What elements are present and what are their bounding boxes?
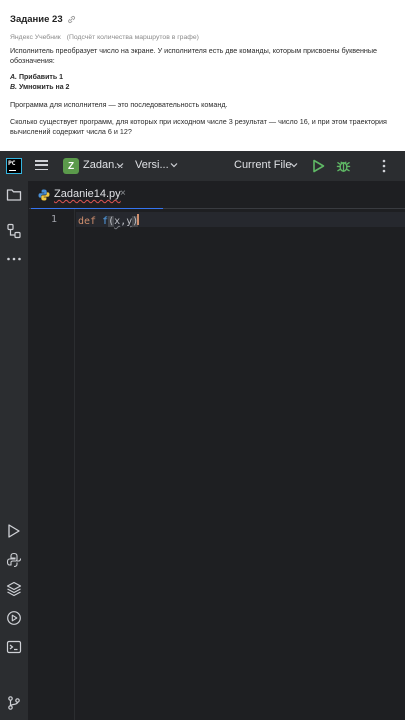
keyword-def: def	[78, 216, 97, 227]
tab-label[interactable]: Zadanie14.py	[54, 188, 121, 200]
task-topic: (Подсчёт количества маршрутов в графе)	[66, 34, 199, 41]
services-icon[interactable]	[6, 610, 22, 626]
editor-tabs: Zadanie14.py ×	[29, 181, 405, 210]
project-badge[interactable]: Z	[63, 158, 79, 174]
folder-icon[interactable]	[6, 187, 22, 203]
task-title-row: Задание 23	[10, 12, 395, 26]
debug-icon[interactable]	[336, 158, 351, 173]
tab-zadanie14[interactable]: Zadanie14.py ×	[29, 181, 163, 210]
code-line[interactable]: def f(x,y)	[78, 214, 139, 227]
main-toolbar: PC Z Zadan... Versi... Current File	[0, 151, 405, 181]
command-list: А. Прибавить 1 В. Умножить на 2	[10, 73, 395, 92]
python-console-icon[interactable]	[6, 552, 22, 568]
run-icon[interactable]	[312, 159, 325, 173]
task-panel: Задание 23 Яндекс Учебник (Подсчёт колич…	[0, 0, 405, 150]
terminal-icon[interactable]	[6, 639, 22, 655]
chevron-down-icon[interactable]	[290, 161, 298, 169]
command-b: В. Умножить на 2	[10, 83, 70, 91]
pycharm-logo-icon[interactable]: PC	[6, 158, 22, 174]
program-definition: Программа для исполнителя — это последов…	[10, 100, 228, 109]
source-name[interactable]: Яндекс Учебник	[10, 34, 61, 41]
task-question: Сколько существует программ, для которых…	[10, 117, 387, 136]
link-icon[interactable]	[67, 15, 76, 24]
git-branch-icon[interactable]	[6, 695, 22, 711]
main-menu-icon[interactable]	[35, 160, 48, 171]
more-actions-icon[interactable]	[378, 159, 390, 173]
structure-icon[interactable]	[6, 223, 22, 239]
text-caret	[137, 214, 139, 225]
chevron-down-icon[interactable]	[116, 161, 124, 169]
chevron-down-icon[interactable]	[170, 161, 178, 169]
python-packages-icon[interactable]	[6, 581, 22, 597]
task-source: Яндекс Учебник (Подсчёт количества маршр…	[10, 34, 395, 41]
python-file-icon	[38, 189, 50, 201]
more-tools-icon[interactable]	[6, 251, 22, 267]
run-panel-icon[interactable]	[6, 523, 22, 539]
close-icon[interactable]: ×	[120, 189, 129, 199]
command-a: А. Прибавить 1	[10, 74, 63, 81]
vcs-widget[interactable]: Versi...	[135, 159, 169, 171]
task-intro: Исполнитель преобразует число на экране.…	[10, 46, 378, 65]
code-editor[interactable]: 1 def f(x,y)	[29, 209, 405, 720]
task-title: Задание 23	[10, 13, 63, 25]
ide-window: PC Z Zadan... Versi... Current File Zada…	[0, 151, 405, 720]
line-number: 1	[50, 214, 57, 225]
line-gutter: 1	[29, 209, 75, 720]
run-config-selector[interactable]: Current File	[234, 159, 291, 171]
tool-window-strip	[0, 181, 29, 720]
